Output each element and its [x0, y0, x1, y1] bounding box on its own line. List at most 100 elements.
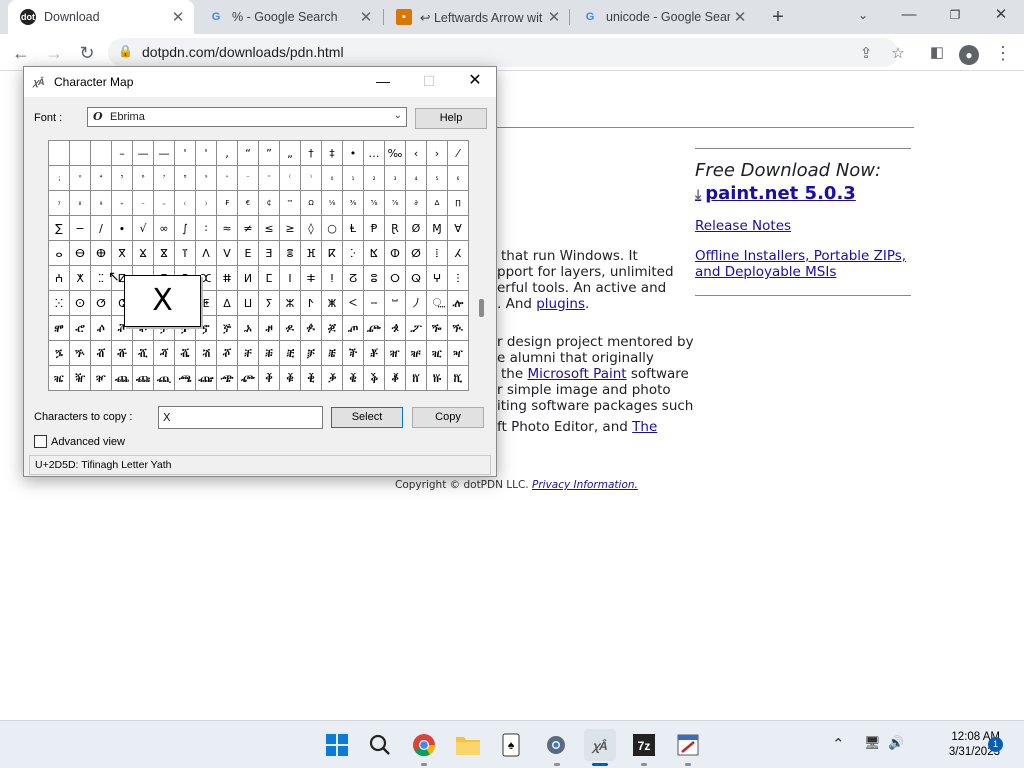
- char-cell[interactable]: ⶉ: [216, 315, 238, 341]
- char-cell[interactable]: Ᵽ: [363, 215, 385, 241]
- char-cell[interactable]: ⶓ: [426, 315, 448, 341]
- char-cell[interactable]: Ω: [300, 190, 322, 216]
- char-cell[interactable]: ⷅ: [363, 365, 385, 391]
- char-cell[interactable]: ⁏: [48, 165, 70, 191]
- char-cell[interactable]: ‰: [384, 140, 406, 166]
- char-cell[interactable]: ⶌ: [279, 315, 301, 341]
- char-cell[interactable]: ₅: [426, 165, 448, 191]
- char-cell[interactable]: ₋: [132, 190, 154, 216]
- char-cell[interactable]: √: [132, 215, 154, 241]
- char-cell[interactable]: ‚: [216, 140, 238, 166]
- char-cell[interactable]: ⶎ: [321, 315, 343, 341]
- char-cell[interactable]: ⵀ: [384, 240, 406, 266]
- network-icon[interactable]: 🖥: [864, 735, 881, 751]
- char-cell[interactable]: ⵖ: [426, 265, 448, 291]
- chrome-icon[interactable]: [408, 729, 440, 761]
- char-cell[interactable]: ⶑ: [384, 315, 406, 341]
- char-cell[interactable]: ⶬ: [321, 340, 343, 366]
- char-cell[interactable]: ≥: [279, 215, 301, 241]
- address-bar[interactable]: 🔒 dotpdn.com/downloads/pdn.html ⇪ ☆: [108, 38, 905, 67]
- character-grid[interactable]: – — — ' ' ‚ “” „ † ‡ •… ‰ ‹ › ⁄ ⁏ ⁰ ⁴ ⁵ ⁶ ⁷ ⁸ ⁹ ⁺ ⁻ ⁼ ⁽ ⁾ ₀ ₁ ₂ ₃ ₄ ₅ ₆ ₇ ₈ ₉…: [48, 140, 469, 391]
- char-cell[interactable]: ₎: [195, 190, 217, 216]
- microsoft-paint-link[interactable]: Microsoft Paint: [527, 366, 626, 382]
- privacy-link[interactable]: Privacy Information.: [532, 479, 638, 491]
- char-cell[interactable]: ⵧ: [363, 290, 385, 316]
- tab-unicode-search[interactable]: G unicode - Google Sear ✕: [570, 0, 756, 34]
- char-cell[interactable]: ⵃ: [447, 240, 469, 266]
- char-cell[interactable]: ○: [321, 215, 343, 241]
- char-cell[interactable]: Ø: [405, 215, 427, 241]
- char-cell[interactable]: ⅛: [321, 190, 343, 216]
- close-window-button[interactable]: ✕: [978, 0, 1024, 30]
- char-cell[interactable]: Ⱡ: [342, 215, 364, 241]
- copy-button[interactable]: Copy: [412, 407, 484, 428]
- advanced-view-checkbox[interactable]: Advanced view: [34, 435, 125, 448]
- charmap-minimize-button[interactable]: —: [360, 67, 406, 97]
- char-cell[interactable]: ₣: [216, 190, 238, 216]
- tab-leftwards-arrow[interactable]: ▪ ↩ Leftwards Arrow wit ✕: [384, 0, 570, 34]
- char-cell[interactable]: ⶐ: [363, 315, 385, 341]
- tab-google-search-percent[interactable]: G % - Google Search ✕: [196, 0, 382, 34]
- char-cell[interactable]: ⴿ: [363, 240, 385, 266]
- new-tab-button[interactable]: +: [766, 5, 790, 29]
- char-cell[interactable]: ⷊ: [447, 365, 469, 391]
- char-cell[interactable]: ⴷ: [195, 240, 217, 266]
- char-cell[interactable]: ‡: [321, 140, 343, 166]
- char-cell[interactable]: ⵡ: [237, 290, 259, 316]
- char-cell[interactable]: ⶢ: [132, 340, 154, 366]
- char-cell[interactable]: ⵂ: [426, 240, 448, 266]
- char-cell[interactable]: ⶣ: [153, 340, 175, 366]
- char-cell[interactable]: ⴶ: [174, 240, 196, 266]
- char-cell[interactable]: ∫: [174, 215, 196, 241]
- char-cell[interactable]: Ɱ: [426, 215, 448, 241]
- font-select[interactable]: O Ebrima ⌄: [87, 107, 407, 127]
- share-icon[interactable]: ⇪: [856, 44, 876, 64]
- char-cell[interactable]: ⁰: [69, 165, 91, 191]
- char-cell[interactable]: [48, 140, 70, 166]
- char-cell[interactable]: ⅜: [342, 190, 364, 216]
- char-cell[interactable]: ⁵: [111, 165, 133, 191]
- char-cell[interactable]: −: [69, 215, 91, 241]
- char-cell[interactable]: ⷄ: [342, 365, 364, 391]
- char-cell[interactable]: ⷈ: [405, 365, 427, 391]
- char-cell[interactable]: ⴽ: [321, 240, 343, 266]
- char-cell[interactable]: •: [342, 140, 364, 166]
- bookmark-star-icon[interactable]: ☆: [888, 44, 908, 64]
- char-cell[interactable]: ⅝: [363, 190, 385, 216]
- profile-avatar-icon[interactable]: ●: [956, 40, 982, 66]
- char-cell[interactable]: ⁄: [447, 140, 469, 166]
- char-cell[interactable]: ': [174, 140, 196, 166]
- download-link[interactable]: ⤓ paint.net 5.0.3: [695, 183, 911, 204]
- char-cell[interactable]: ⶩ: [258, 340, 280, 366]
- char-cell[interactable]: ⵏ: [279, 265, 301, 291]
- char-cell[interactable]: ⁹: [195, 165, 217, 191]
- charmap-close-button[interactable]: ✕: [452, 67, 498, 97]
- char-cell[interactable]: ₇: [48, 190, 70, 216]
- char-cell[interactable]: ⁾: [300, 165, 322, 191]
- char-cell[interactable]: ⵿: [426, 290, 448, 316]
- char-cell[interactable]: ₆: [447, 165, 469, 191]
- char-cell[interactable]: ⶡ: [111, 340, 133, 366]
- char-cell[interactable]: ⶪ: [279, 340, 301, 366]
- char-cell[interactable]: ⶒ: [405, 315, 427, 341]
- char-cell[interactable]: ⅞: [384, 190, 406, 216]
- char-cell[interactable]: ⵯ: [384, 290, 406, 316]
- char-cell[interactable]: ⵓ: [363, 265, 385, 291]
- charmap-titlebar[interactable]: ꭓÂ Character Map — ☐ ✕: [24, 67, 496, 97]
- char-cell[interactable]: ∶: [195, 215, 217, 241]
- char-cell[interactable]: ∑: [48, 215, 70, 241]
- char-cell[interactable]: ⷃ: [321, 365, 343, 391]
- char-cell[interactable]: ⁼: [258, 165, 280, 191]
- char-cell[interactable]: ⵕ: [405, 265, 427, 291]
- char-cell[interactable]: ⶋ: [258, 315, 280, 341]
- char-cell[interactable]: ⁻: [237, 165, 259, 191]
- char-cell[interactable]: ⴴ: [132, 240, 154, 266]
- char-cell[interactable]: ⶊ: [237, 315, 259, 341]
- char-cell[interactable]: €: [237, 190, 259, 216]
- char-cell[interactable]: ₌: [153, 190, 175, 216]
- char-cell[interactable]: ⶹ: [132, 365, 154, 391]
- back-arrow-icon[interactable]: ←: [8, 40, 34, 66]
- char-cell[interactable]: ⵘ: [48, 290, 70, 316]
- taskbar-clock[interactable]: 12:08 AM 3/31/2023: [900, 730, 1000, 760]
- char-cell[interactable]: ₁: [342, 165, 364, 191]
